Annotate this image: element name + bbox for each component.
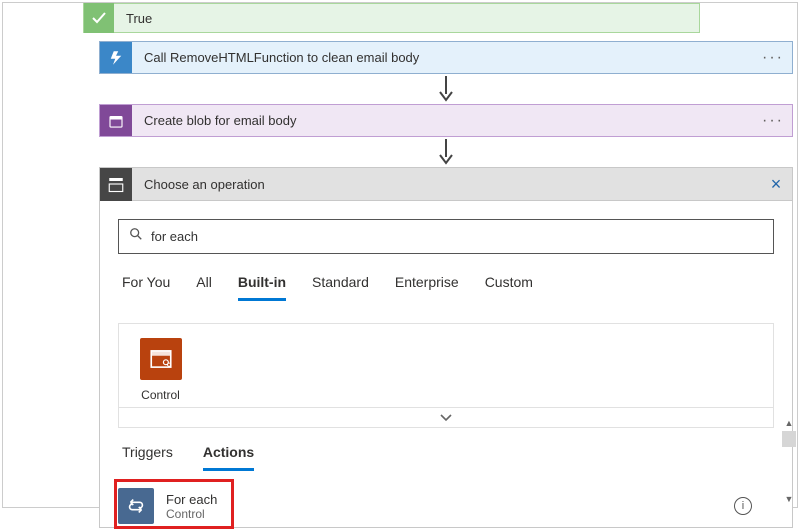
category-tabs: For You All Built-in Standard Enterprise…	[118, 274, 774, 301]
search-input[interactable]	[151, 229, 763, 244]
operation-icon	[100, 168, 132, 201]
azure-function-icon	[100, 42, 132, 73]
connector-control[interactable]: Control	[133, 338, 188, 402]
result-tabs: Triggers Actions	[118, 444, 774, 471]
scroll-up-icon[interactable]: ▲	[782, 415, 796, 431]
search-operations-input[interactable]	[118, 219, 774, 254]
action-menu-button[interactable]: ···	[754, 112, 792, 130]
action-label: Create blob for email body	[132, 113, 754, 128]
expand-connectors-button[interactable]	[119, 407, 773, 427]
result-subtitle: Control	[166, 507, 217, 521]
operation-picker: Choose an operation × For You All Built-…	[99, 167, 793, 528]
true-branch-label: True	[114, 11, 152, 26]
operation-picker-title: Choose an operation	[132, 177, 760, 192]
tab-built-in[interactable]: Built-in	[238, 274, 286, 301]
tab-for-you[interactable]: For You	[122, 274, 170, 301]
info-icon[interactable]: i	[734, 497, 752, 515]
operation-picker-header: Choose an operation ×	[100, 168, 792, 201]
close-icon[interactable]: ×	[760, 174, 792, 195]
result-title: For each	[166, 492, 217, 507]
flow-arrow-icon	[99, 74, 793, 104]
action-menu-button[interactable]: ···	[754, 49, 792, 67]
checkmark-icon	[84, 3, 114, 33]
action-create-blob[interactable]: Create blob for email body ···	[99, 104, 793, 137]
result-for-each[interactable]: For each Control i	[118, 485, 774, 527]
tab-custom[interactable]: Custom	[485, 274, 533, 301]
control-icon	[140, 338, 182, 380]
connector-label: Control	[133, 388, 188, 402]
blob-storage-icon	[100, 105, 132, 136]
for-each-icon	[118, 488, 154, 524]
tab-standard[interactable]: Standard	[312, 274, 369, 301]
flow-arrow-icon	[99, 137, 793, 167]
action-label: Call RemoveHTMLFunction to clean email b…	[132, 50, 754, 65]
tab-triggers[interactable]: Triggers	[122, 444, 173, 471]
connector-grid: Control	[118, 323, 774, 428]
scroll-down-icon[interactable]: ▼	[782, 491, 796, 507]
action-call-function[interactable]: Call RemoveHTMLFunction to clean email b…	[99, 41, 793, 74]
chevron-down-icon	[439, 413, 453, 423]
tab-enterprise[interactable]: Enterprise	[395, 274, 459, 301]
tab-actions[interactable]: Actions	[203, 444, 254, 471]
search-icon	[129, 227, 143, 246]
tab-all[interactable]: All	[196, 274, 212, 301]
scrollbar-thumb[interactable]	[782, 431, 796, 447]
true-branch-header: True	[83, 3, 700, 33]
